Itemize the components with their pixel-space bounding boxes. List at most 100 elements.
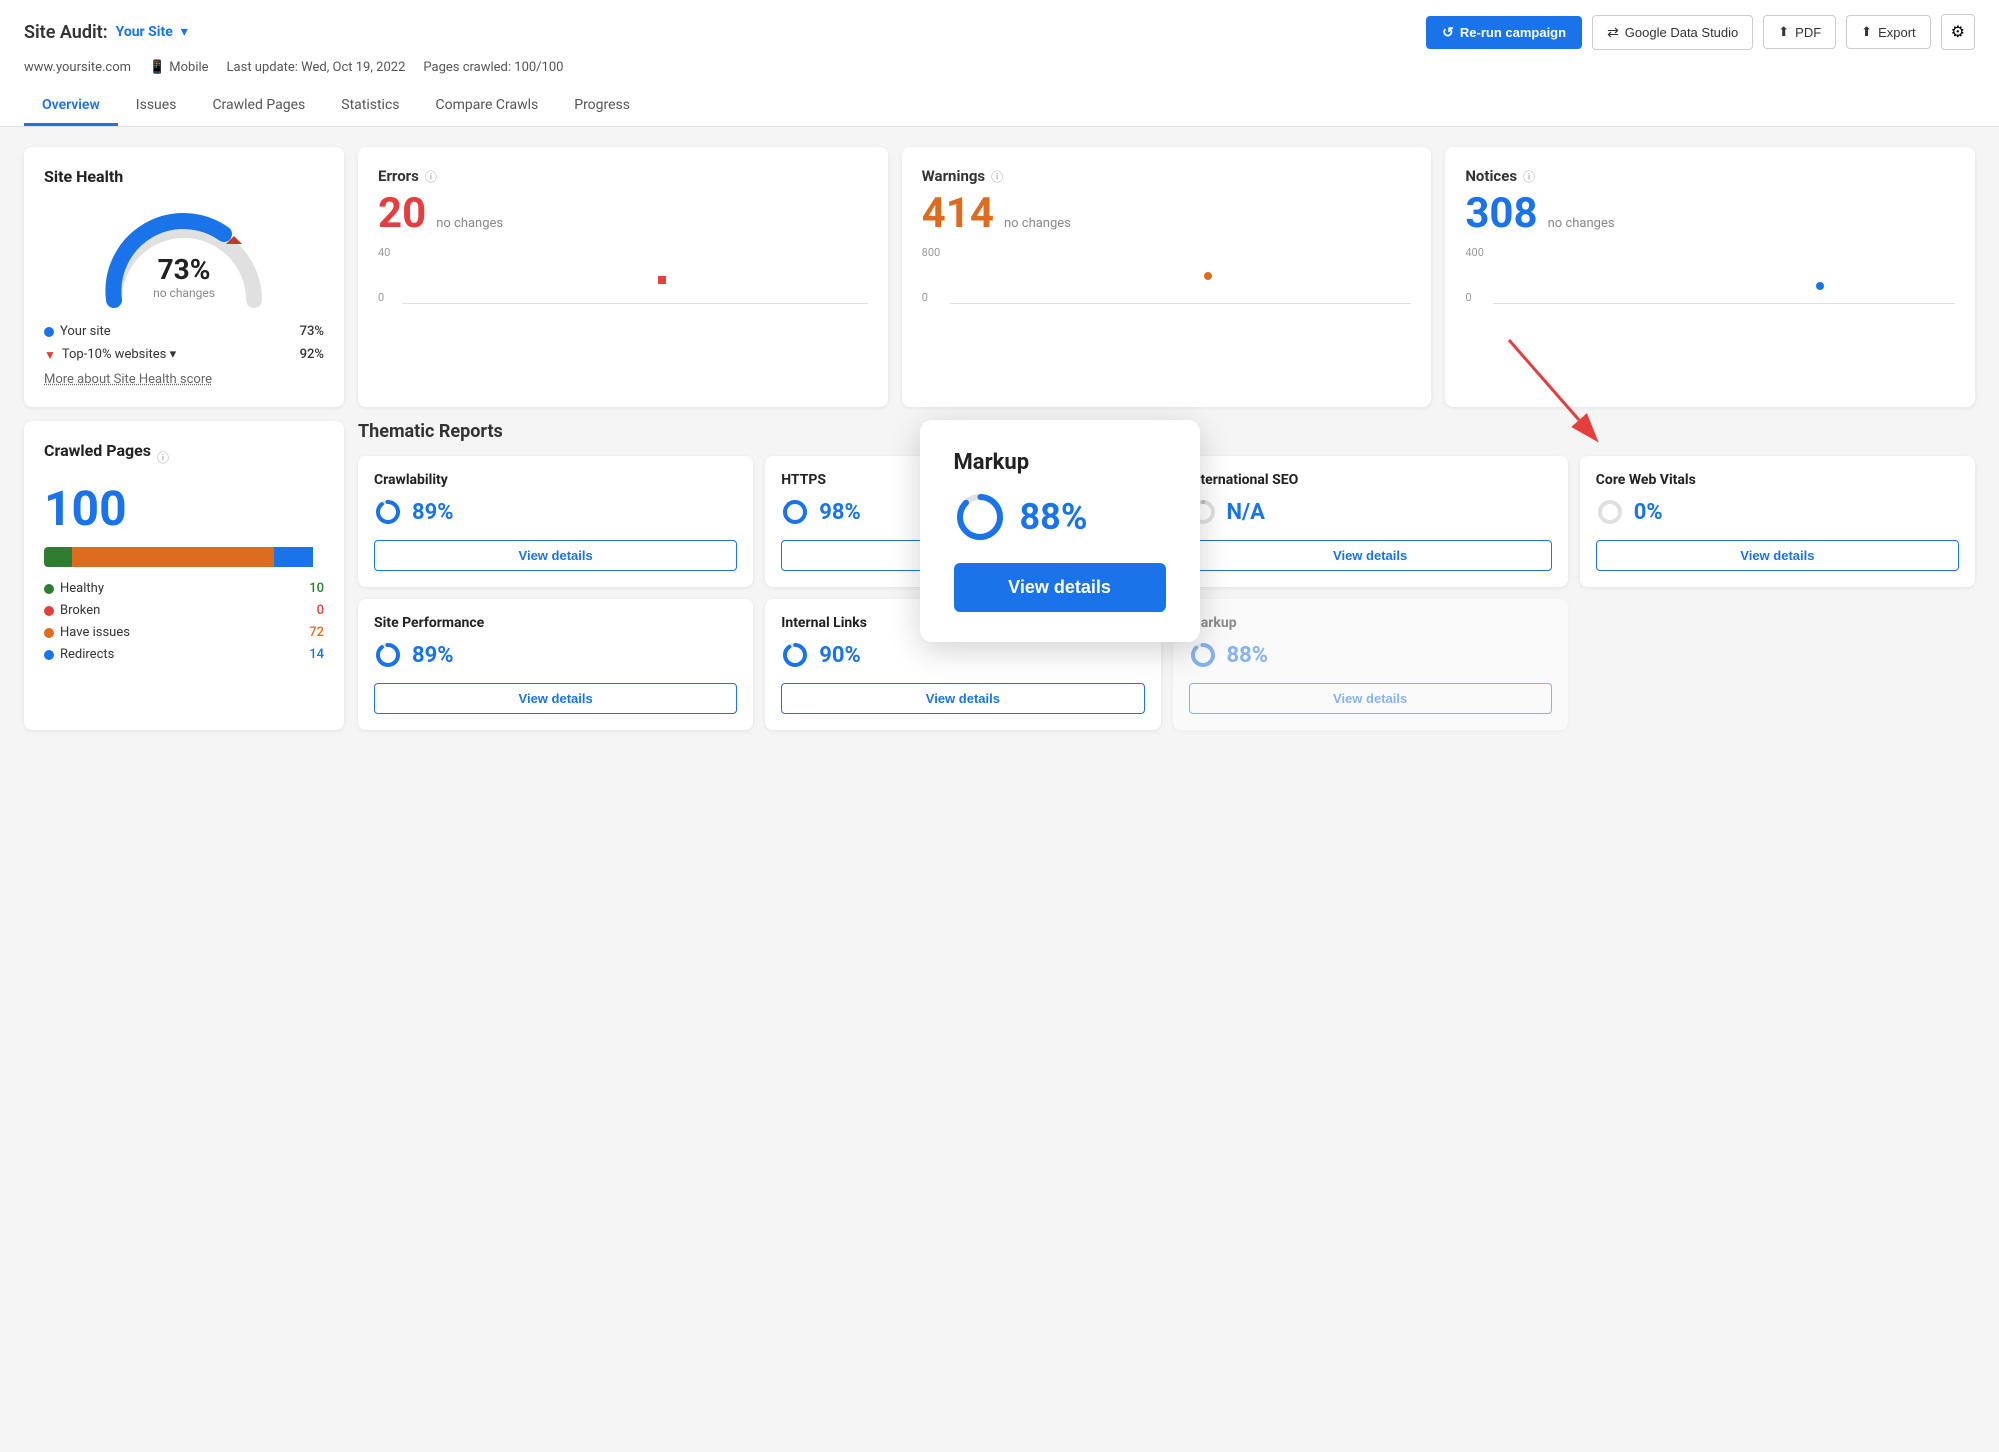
pdf-icon: ⬆ [1778, 24, 1789, 40]
crawlability-score: 89% [412, 500, 454, 525]
international-seo-title: International SEO [1189, 472, 1552, 488]
crawled-pages-info-icon[interactable]: ⓘ [157, 449, 169, 466]
crawled-bar [44, 547, 324, 567]
site-name-chevron[interactable]: ▾ [181, 24, 188, 40]
more-site-health-link[interactable]: More about Site Health score [44, 372, 324, 387]
broken-count: 0 [317, 603, 324, 618]
internal-links-score-row: 90% [781, 641, 1144, 669]
core-web-vitals-score-row: 0% [1596, 498, 1959, 526]
site-health-title: Site Health [44, 167, 324, 186]
site-performance-title: Site Performance [374, 615, 737, 631]
notices-info-icon[interactable]: ⓘ [1523, 168, 1535, 185]
issues-count: 72 [309, 625, 324, 640]
warnings-info-icon[interactable]: ⓘ [991, 168, 1003, 185]
errors-title: Errors [378, 167, 419, 185]
toolbar: ↺ Re-run campaign ⇄ Google Data Studio ⬆… [1426, 14, 1975, 50]
internal-links-donut-icon [781, 641, 809, 669]
pdf-button[interactable]: ⬆ PDF [1763, 15, 1836, 49]
thematic-card-site-performance: Site Performance 89% View details [358, 599, 753, 730]
site-name-link[interactable]: Your Site [116, 24, 173, 40]
legend-your-site: Your site 73% [44, 324, 324, 339]
gauge-text: 73% no changes [153, 253, 215, 300]
tab-overview[interactable]: Overview [24, 87, 118, 126]
healthy-count: 10 [309, 581, 324, 596]
top-metrics-row: Site Health 73% no changes [24, 147, 1975, 407]
https-donut-icon [781, 498, 809, 526]
errors-info-icon[interactable]: ⓘ [425, 168, 437, 185]
markup-partial-score-row: 88% [1189, 641, 1552, 669]
tab-compare-crawls[interactable]: Compare Crawls [418, 87, 557, 126]
your-site-dot [44, 327, 54, 337]
crawlability-score-row: 89% [374, 498, 737, 526]
top10-icon: ▼ [44, 348, 56, 362]
tab-progress[interactable]: Progress [556, 87, 648, 126]
tab-statistics[interactable]: Statistics [323, 87, 417, 126]
thematic-card-crawlability: Crawlability 89% View details [358, 456, 753, 587]
crawled-pages-title: Crawled Pages [44, 441, 151, 460]
popup-score: 88% [1020, 496, 1088, 538]
core-web-vitals-view-details-button[interactable]: View details [1596, 540, 1959, 571]
top10-value: 92% [300, 347, 324, 362]
broken-label: Broken [60, 603, 100, 618]
popup-view-details-button[interactable]: View details [954, 563, 1166, 612]
core-web-vitals-score: 0% [1634, 500, 1663, 525]
international-seo-view-details-button[interactable]: View details [1189, 540, 1552, 571]
popup-title: Markup [954, 450, 1166, 475]
markup-partial-donut-icon [1189, 641, 1217, 669]
bar-issues [72, 547, 274, 567]
international-seo-score-row: N/A [1189, 498, 1552, 526]
errors-no-changes: no changes [436, 216, 503, 231]
healthy-dot [44, 584, 54, 594]
thematic-card-markup-partial: Markup 88% View details [1173, 599, 1568, 730]
markup-popup-card: Markup 88% View details [920, 420, 1200, 642]
notices-card: Notices ⓘ 308 no changes 400 0 [1445, 147, 1975, 407]
top-bar: Site Audit: Your Site ▾ ↺ Re-run campaig… [0, 0, 1999, 127]
markup-partial-view-details-button[interactable]: View details [1189, 683, 1552, 714]
site-url: www.yoursite.com [24, 60, 131, 75]
warnings-no-changes: no changes [1004, 216, 1071, 231]
international-seo-score: N/A [1227, 500, 1265, 525]
core-web-vitals-donut-icon [1596, 498, 1624, 526]
top10-label[interactable]: Top-10% websites ▾ [62, 347, 176, 362]
notices-value: 308 [1465, 189, 1537, 238]
device-badge: 📱 Mobile [149, 60, 208, 75]
crawlability-donut-icon [374, 498, 402, 526]
broken-dot [44, 606, 54, 616]
internal-links-view-details-button[interactable]: View details [781, 683, 1144, 714]
export-button[interactable]: ⬆ Export [1846, 15, 1930, 49]
your-site-label: Your site [60, 324, 111, 339]
errors-mini-chart: 40 0 [378, 246, 868, 316]
site-performance-score: 89% [412, 643, 454, 668]
errors-value: 20 [378, 189, 426, 238]
site-performance-donut-icon [374, 641, 402, 669]
refresh-icon: ↺ [1442, 24, 1454, 41]
popup-donut-icon [954, 491, 1006, 543]
crawlability-view-details-button[interactable]: View details [374, 540, 737, 571]
notices-chart-zero: 0 [1465, 291, 1471, 304]
crawled-legend: Healthy 10 Broken 0 Have issues [44, 581, 324, 662]
crawled-pages-card: Crawled Pages ⓘ 100 Healthy 10 [24, 421, 344, 730]
issues-label: Have issues [60, 625, 130, 640]
tab-crawled-pages[interactable]: Crawled Pages [194, 87, 323, 126]
errors-chart-zero: 0 [378, 291, 384, 304]
site-health-legend: Your site 73% ▼ Top-10% websites ▾ 92% [44, 324, 324, 362]
rerun-campaign-button[interactable]: ↺ Re-run campaign [1426, 16, 1582, 49]
last-update: Last update: Wed, Oct 19, 2022 [227, 60, 406, 75]
internal-links-score: 90% [819, 643, 861, 668]
popup-score-row: 88% [954, 491, 1166, 543]
gauge-sub: no changes [153, 286, 215, 300]
google-data-studio-button[interactable]: ⇄ Google Data Studio [1592, 15, 1753, 50]
warnings-chart-zero: 0 [922, 291, 928, 304]
settings-button[interactable]: ⚙ [1941, 14, 1975, 50]
gauge-percent: 73% [153, 253, 215, 286]
warnings-card: Warnings ⓘ 414 no changes 800 0 [902, 147, 1432, 407]
site-performance-view-details-button[interactable]: View details [374, 683, 737, 714]
bar-healthy [44, 547, 72, 567]
errors-chart-max: 40 [378, 246, 390, 259]
redirects-label: Redirects [60, 647, 114, 662]
warnings-value: 414 [922, 189, 994, 238]
thematic-card-core-web-vitals: Core Web Vitals 0% View details [1580, 456, 1975, 587]
gear-icon: ⚙ [1951, 24, 1965, 41]
tab-issues[interactable]: Issues [118, 87, 195, 126]
your-site-value: 73% [300, 324, 324, 339]
